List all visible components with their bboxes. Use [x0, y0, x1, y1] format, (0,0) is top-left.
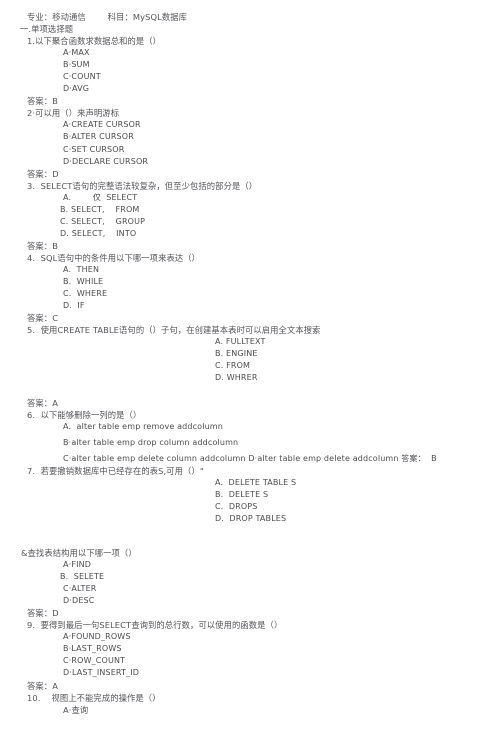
question-option: B. SELETE — [60, 572, 105, 582]
question-option: C. DROPS — [215, 501, 258, 511]
document-body: 专业：移动通信 科目：MySQL数据库 一.单项选择题 1.以下聚合函数求数据总… — [0, 11, 500, 716]
question-option: D·DESC — [63, 596, 95, 606]
question-option: D·AVG — [63, 84, 90, 94]
question-option: A·FOUND_ROWS — [63, 632, 131, 642]
document-page: 专业：移动通信 科目：MySQL数据库 一.单项选择题 1.以下聚合函数求数据总… — [0, 0, 500, 739]
question-option: A·FIND — [63, 560, 92, 570]
answer-line: 答案：D — [27, 608, 59, 619]
question-option: C. FROM — [215, 361, 251, 371]
answer-line: 答案：A — [27, 397, 58, 408]
question-option: A. alter table emp remove addcolumn — [63, 421, 223, 431]
question-stem: 7. 若要撤销数据库中已经存在的表S,可用（）" — [27, 465, 204, 476]
answer-line: 答案：A — [27, 680, 58, 691]
question-option: C. WHERE — [63, 289, 108, 299]
answer-line: 答案：C — [27, 313, 59, 324]
question-option: D. SELECT, INTO — [60, 228, 137, 238]
question-option: C·ALTER — [63, 584, 97, 594]
question-option: B. WHILE — [63, 277, 104, 287]
question-option: B. SELECT, FROM — [60, 204, 140, 214]
question-option: D. DROP TABLES — [215, 513, 287, 523]
question-stem: 10. 视图上不能完成的操作是（） — [27, 692, 161, 703]
question-option: D. IF — [63, 301, 85, 311]
question-option: C·alter table emp delete column addcolum… — [63, 453, 437, 463]
question-stem: 5. 使用CREATE TABLE语句的（）子句，在创建基本表时可以启用全文本搜… — [27, 325, 321, 336]
question-stem: 9. 要得到最后一句SELECT查询到的总行数，可以使用的函数是（） — [27, 620, 283, 631]
question-option: C·COUNT — [63, 72, 101, 82]
question-option: D·LAST_INSERT_ID — [63, 668, 140, 678]
question-option: C·ROW_COUNT — [63, 656, 126, 666]
question-option: B. DELETE S — [215, 489, 269, 499]
section-title: 一.单项选择题 — [20, 24, 74, 35]
question-option: A·查询 — [63, 704, 89, 715]
question-option: A. FULLTEXT — [215, 337, 266, 347]
question-stem: 1.以下聚合函数求数据总和的是（） — [27, 36, 162, 47]
question-stem: 4. SQL语句中的条件用以下哪一项来表达（） — [27, 252, 201, 263]
answer-line: 答案：B — [27, 96, 58, 107]
question-option: D. WHRER — [215, 373, 258, 383]
question-option: A. DELETE TABLE S — [215, 477, 297, 487]
question-option: B·alter table emp drop column addcolumn — [63, 437, 239, 447]
question-stem: 6. 以下能够删除一列的是（） — [27, 409, 142, 420]
question-option: B·LAST_ROWS — [63, 644, 122, 654]
question-stem: &查找表结构用以下哪一项（） — [21, 548, 137, 559]
question-option: B·SUM — [63, 60, 90, 70]
question-stem: 3. SELECT语句的完整语法较复杂，但至少包括的部分是（） — [27, 180, 258, 191]
question-option: A·CREATE CURSOR — [63, 120, 141, 130]
question-option: A. 仅 SELECT — [63, 192, 138, 202]
document-header: 专业：移动通信 科目：MySQL数据库 — [27, 12, 188, 22]
answer-line: 答案：D — [27, 168, 59, 179]
question-option: A·MAX — [63, 48, 90, 58]
question-stem: 2·可以用（）来声明游标 — [27, 108, 120, 119]
question-option: D·DECLARE CURSOR — [63, 156, 149, 166]
question-option: C·SET CURSOR — [63, 144, 125, 154]
question-option: A. THEN — [63, 264, 100, 274]
answer-line: 答案：B — [27, 240, 58, 251]
question-option: B. ENGINE — [215, 349, 258, 359]
question-option: B·ALTER CURSOR — [63, 132, 134, 142]
question-option: C. SELECT, GROUP — [60, 216, 146, 226]
